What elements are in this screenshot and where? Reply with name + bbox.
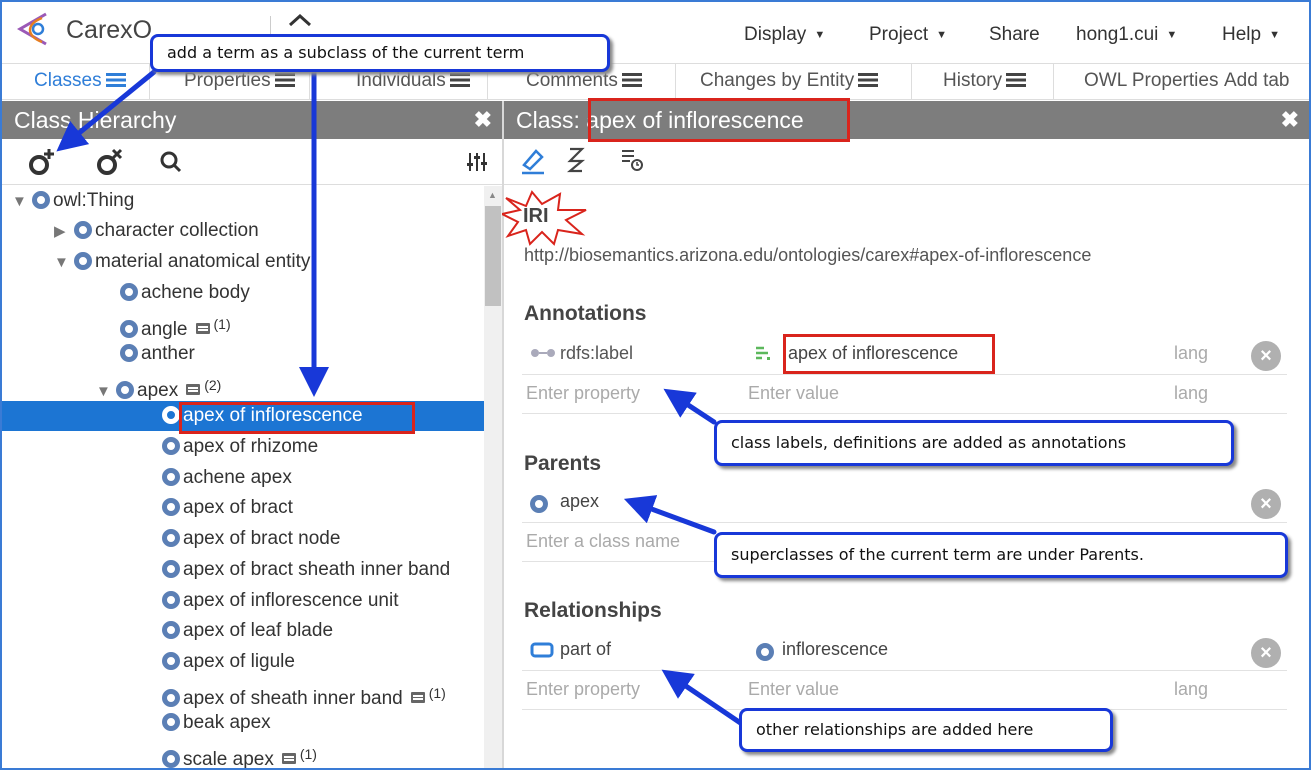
callout-annotations: class labels, definitions are added as a… xyxy=(714,420,1234,466)
callout-parents: superclasses of the current term are und… xyxy=(714,532,1288,578)
annotation-arrows xyxy=(56,69,745,727)
application-window: CarexO Display ▼ Project ▼ Share hong1.cui… xyxy=(0,0,1311,770)
callout-add-subclass: add a term as a subclass of the current … xyxy=(150,34,610,72)
callout-relationships: other relationships are added here xyxy=(739,708,1113,752)
